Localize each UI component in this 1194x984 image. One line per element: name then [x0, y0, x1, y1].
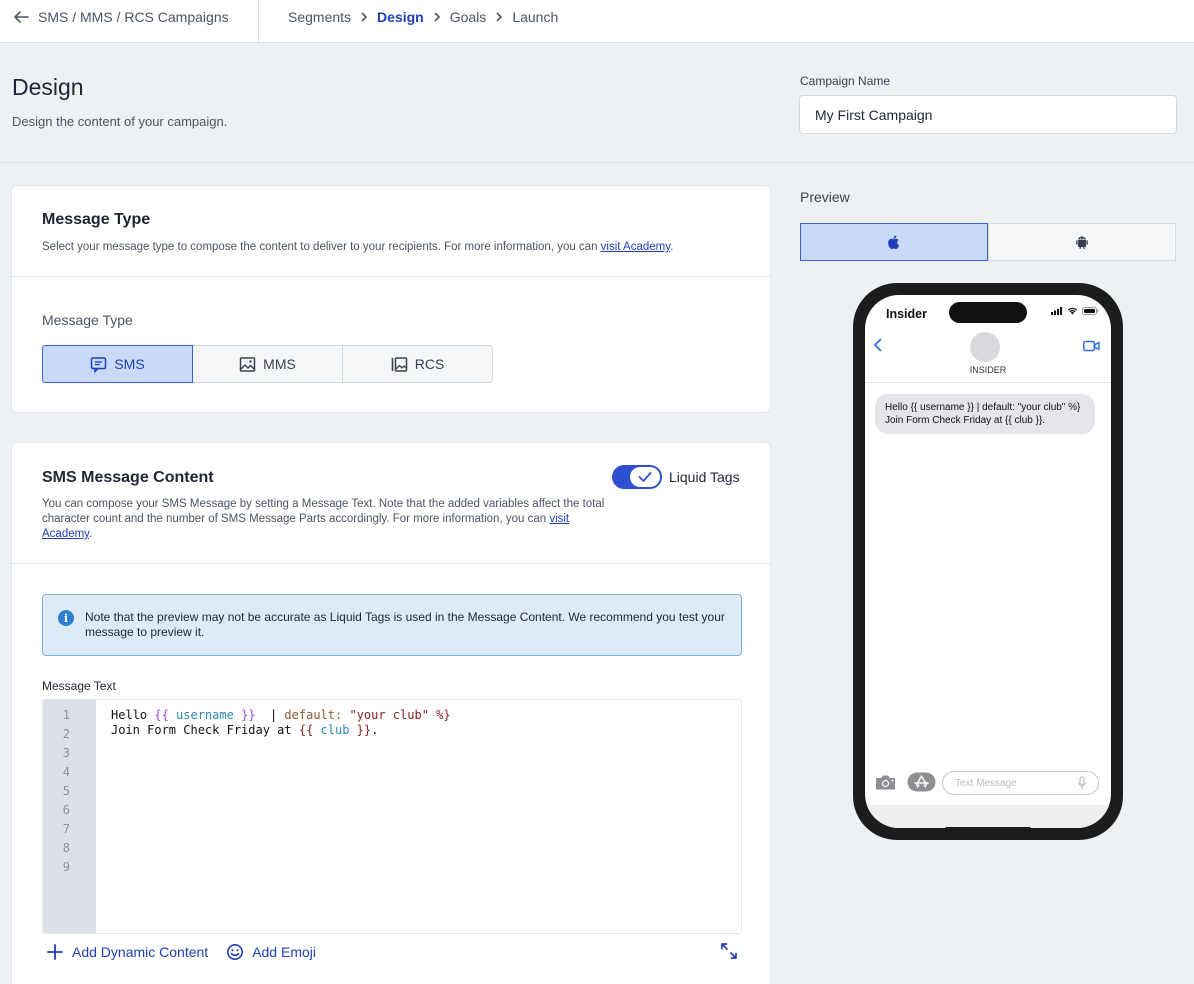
liquid-tags-toggle[interactable]: [612, 465, 662, 489]
code-line: Hello {{ username }} | default: "your cl…: [111, 708, 451, 722]
chevron-left-icon[interactable]: [873, 338, 883, 352]
top-bar: SMS / MMS / RCS Campaigns Segments Desig…: [0, 0, 1194, 43]
mms-option-label: MMS: [263, 356, 296, 372]
android-icon: [1076, 236, 1088, 249]
line-number: 5: [62, 784, 70, 798]
home-indicator: [945, 827, 1031, 828]
arrow-left-icon: [14, 11, 29, 23]
chevron-right-icon: [494, 12, 504, 22]
add-emoji-button[interactable]: Add Emoji: [226, 943, 316, 961]
line-number: 2: [62, 727, 70, 741]
platform-tabs: [800, 223, 1176, 261]
page-title: Design: [12, 74, 84, 100]
mms-option[interactable]: MMS: [192, 345, 343, 383]
microphone-icon[interactable]: [1078, 776, 1086, 790]
message-type-selector: SMS MMS RCS: [42, 345, 493, 383]
card-divider: [12, 276, 770, 277]
message-code[interactable]: Hello {{ username }} | default: "your cl…: [111, 708, 451, 738]
info-icon: i: [58, 610, 74, 626]
phone-screen: Insider INSIDER Hello {{ username }} | d…: [865, 295, 1111, 828]
notice-text: Note that the preview may not be accurat…: [85, 610, 725, 639]
smiley-icon: [227, 944, 244, 960]
rcs-option-label: RCS: [414, 356, 445, 372]
crumb-launch[interactable]: Launch: [512, 9, 558, 25]
dynamic-island: [949, 302, 1027, 323]
add-emoji-label: Add Emoji: [252, 944, 316, 960]
signal-icon: [1051, 307, 1062, 315]
liquid-tags-label: Liquid Tags: [669, 469, 740, 485]
plus-icon: [47, 944, 63, 960]
line-number-gutter: 1 2 3 4 5 6 7 8 9: [43, 700, 96, 933]
text-message-input[interactable]: Text Message: [942, 771, 1099, 795]
rcs-option[interactable]: RCS: [342, 345, 493, 383]
visit-academy-link[interactable]: visit Academy: [601, 241, 670, 253]
message-type-card: Message Type Select your message type to…: [11, 185, 771, 413]
conversation-header: INSIDER: [865, 331, 1111, 383]
check-icon: [638, 472, 652, 482]
liquid-tags-notice: i Note that the preview may not be accur…: [42, 594, 742, 656]
rich-media-icon: [391, 356, 407, 372]
breadcrumb: Segments Design Goals Launch: [288, 0, 558, 34]
line-number: 8: [62, 841, 70, 855]
contact-name: INSIDER: [969, 365, 1007, 375]
code-line: Join Form Check Friday at {{ club }}.: [111, 723, 379, 737]
card-divider: [12, 563, 770, 564]
back-link[interactable]: SMS / MMS / RCS Campaigns: [12, 0, 229, 34]
chevron-right-icon: [359, 12, 369, 22]
toggle-knob: [630, 467, 660, 487]
apple-icon: [888, 235, 899, 250]
phone-mockup: Insider INSIDER Hello {{ username }} | d…: [853, 283, 1123, 840]
header-divider: [0, 162, 1194, 163]
campaign-name-input[interactable]: [799, 95, 1177, 134]
line-number: 9: [62, 860, 70, 874]
message-type-title: Message Type: [42, 211, 151, 228]
text-message-placeholder: Text Message: [955, 777, 1017, 789]
status-icons: [1051, 307, 1099, 315]
contact-avatar: [970, 332, 1000, 362]
editor-actions: Add Dynamic Content Add Emoji: [46, 943, 316, 961]
image-icon: [239, 356, 256, 372]
chevron-right-icon: [432, 12, 442, 22]
android-tab[interactable]: [988, 223, 1176, 261]
app-store-icon[interactable]: [907, 772, 937, 792]
video-camera-icon[interactable]: [1083, 340, 1100, 352]
sms-content-title: SMS Message Content: [42, 469, 214, 486]
topbar-divider: [258, 0, 259, 43]
message-text-editor[interactable]: 1 2 3 4 5 6 7 8 9 Hello {{ username }} |…: [42, 699, 742, 934]
add-dynamic-content-label: Add Dynamic Content: [72, 944, 209, 960]
wifi-icon: [1067, 307, 1078, 315]
camera-icon[interactable]: [874, 774, 897, 791]
message-type-label: Message Type: [42, 312, 133, 328]
page-subtitle: Design the content of your campaign.: [12, 114, 228, 129]
add-dynamic-content-button[interactable]: Add Dynamic Content: [46, 943, 208, 961]
compose-bar: Text Message: [865, 771, 1111, 801]
message-bubble: Hello {{ username }} | default: "your cl…: [875, 394, 1095, 434]
line-number: 4: [62, 765, 70, 779]
carrier-label: Insider: [886, 307, 927, 321]
sms-option-label: SMS: [114, 356, 145, 372]
campaign-name-label: Campaign Name: [800, 74, 891, 88]
sms-content-card: SMS Message Content Liquid Tags You can …: [11, 442, 771, 984]
line-number: 6: [62, 803, 70, 817]
sms-content-description: You can compose your SMS Message by sett…: [42, 498, 605, 540]
line-number: 7: [62, 822, 70, 836]
crumb-segments[interactable]: Segments: [288, 9, 351, 25]
line-number: 3: [62, 746, 70, 760]
back-link-label: SMS / MMS / RCS Campaigns: [38, 9, 229, 25]
expand-icon[interactable]: [719, 941, 739, 961]
crumb-goals[interactable]: Goals: [450, 9, 487, 25]
message-type-description: Select your message type to compose the …: [42, 241, 674, 253]
sms-option[interactable]: SMS: [42, 345, 193, 383]
ios-tab[interactable]: [800, 223, 988, 261]
crumb-design[interactable]: Design: [377, 9, 424, 25]
preview-label: Preview: [800, 189, 850, 205]
keyboard-area: [865, 805, 1111, 828]
message-text-label: Message Text: [42, 679, 116, 693]
line-number: 1: [62, 708, 70, 722]
message-icon: [91, 356, 107, 373]
battery-icon: [1082, 307, 1099, 315]
